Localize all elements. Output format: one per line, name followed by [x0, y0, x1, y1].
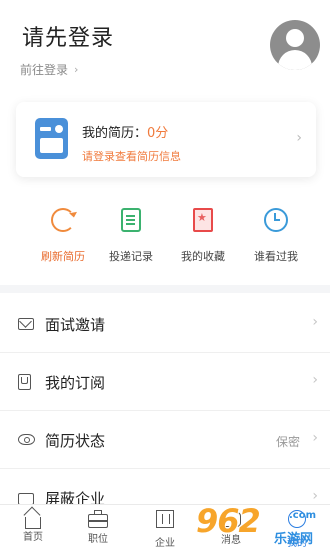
my-resume-card[interactable]: 我的简历：0分 请登录查看简历信息 ›: [16, 102, 316, 177]
chevron-right-icon: ›: [312, 372, 318, 388]
watermark-suffix: .com: [289, 510, 317, 521]
resume-label: 我的简历：: [82, 126, 148, 141]
resume-text: 我的简历：0分 请登录查看简历信息: [82, 122, 181, 164]
eye-icon: [18, 434, 35, 445]
refresh-icon: [51, 208, 75, 232]
avatar[interactable]: [270, 20, 320, 70]
who-viewed-me-button[interactable]: 谁看过我: [241, 208, 311, 264]
tab-home[interactable]: 首页: [8, 510, 58, 543]
chevron-right-icon: ›: [312, 314, 318, 330]
action-label: 刷新简历: [41, 250, 85, 263]
tab-label: 职位: [88, 534, 108, 545]
action-label: 谁看过我: [254, 250, 298, 263]
action-label: 投递记录: [109, 250, 153, 263]
section-divider: [0, 285, 330, 293]
quick-actions: 刷新简历 投递记录 我的收藏 谁看过我: [0, 208, 330, 268]
document-line: [126, 215, 135, 217]
building-icon: [156, 510, 174, 528]
action-label: 我的收藏: [181, 250, 225, 263]
resume-icon-bar: [40, 127, 51, 131]
menu-item-resume-status[interactable]: 简历状态 保密 ›: [0, 411, 330, 469]
document-icon: [121, 208, 141, 232]
resume-icon-dot: [55, 125, 63, 133]
avatar-head-shape: [286, 29, 304, 47]
menu-item-label: 我的订阅: [45, 374, 106, 392]
settings-menu: 面试邀请 › 我的订阅 › 简历状态 保密 › 屏蔽企业 ›: [0, 295, 330, 527]
go-login-link[interactable]: 前往登录 ›: [20, 61, 78, 78]
refresh-resume-button[interactable]: 刷新简历: [28, 208, 98, 264]
home-icon: [25, 517, 41, 529]
bookmark-icon: [18, 374, 31, 390]
menu-item-label: 面试邀请: [45, 316, 106, 334]
tab-companies[interactable]: 企业: [140, 510, 190, 549]
document-line: [126, 223, 135, 225]
document-line: [126, 219, 135, 221]
resume-login-hint: 请登录查看简历信息: [82, 150, 181, 163]
resume-title-line: 我的简历：0分: [82, 122, 181, 141]
briefcase-icon: [88, 510, 108, 528]
menu-item-subscriptions[interactable]: 我的订阅 ›: [0, 353, 330, 411]
avatar-body-shape: [278, 50, 312, 70]
watermark-site-name: 乐游网: [274, 532, 314, 547]
chevron-right-icon: ›: [74, 63, 79, 76]
resume-icon: [35, 118, 68, 159]
menu-item-label: 简历状态: [45, 432, 106, 450]
resume-icon-panel: [40, 138, 63, 153]
profile-header: 请先登录 前往登录 ›: [0, 0, 330, 95]
go-login-label: 前往登录: [20, 63, 69, 77]
favorite-icon: [193, 208, 213, 232]
mail-icon: [18, 318, 34, 330]
chevron-right-icon: ›: [312, 430, 318, 446]
my-favorites-button[interactable]: 我的收藏: [168, 208, 238, 264]
tab-jobs[interactable]: 职位: [73, 510, 123, 545]
tab-label: 首页: [23, 532, 43, 543]
clock-icon: [264, 208, 288, 232]
site-watermark: 962 .com 乐游网: [196, 500, 330, 550]
login-prompt-title[interactable]: 请先登录: [22, 20, 114, 52]
chevron-right-icon: ›: [296, 130, 302, 146]
resume-status-value: 保密: [275, 435, 300, 449]
tab-label: 企业: [155, 538, 175, 549]
menu-item-interview-invites[interactable]: 面试邀请 ›: [0, 295, 330, 353]
delivery-records-button[interactable]: 投递记录: [96, 208, 166, 264]
watermark-number: 962: [196, 502, 261, 540]
resume-score: 0分: [147, 126, 169, 141]
